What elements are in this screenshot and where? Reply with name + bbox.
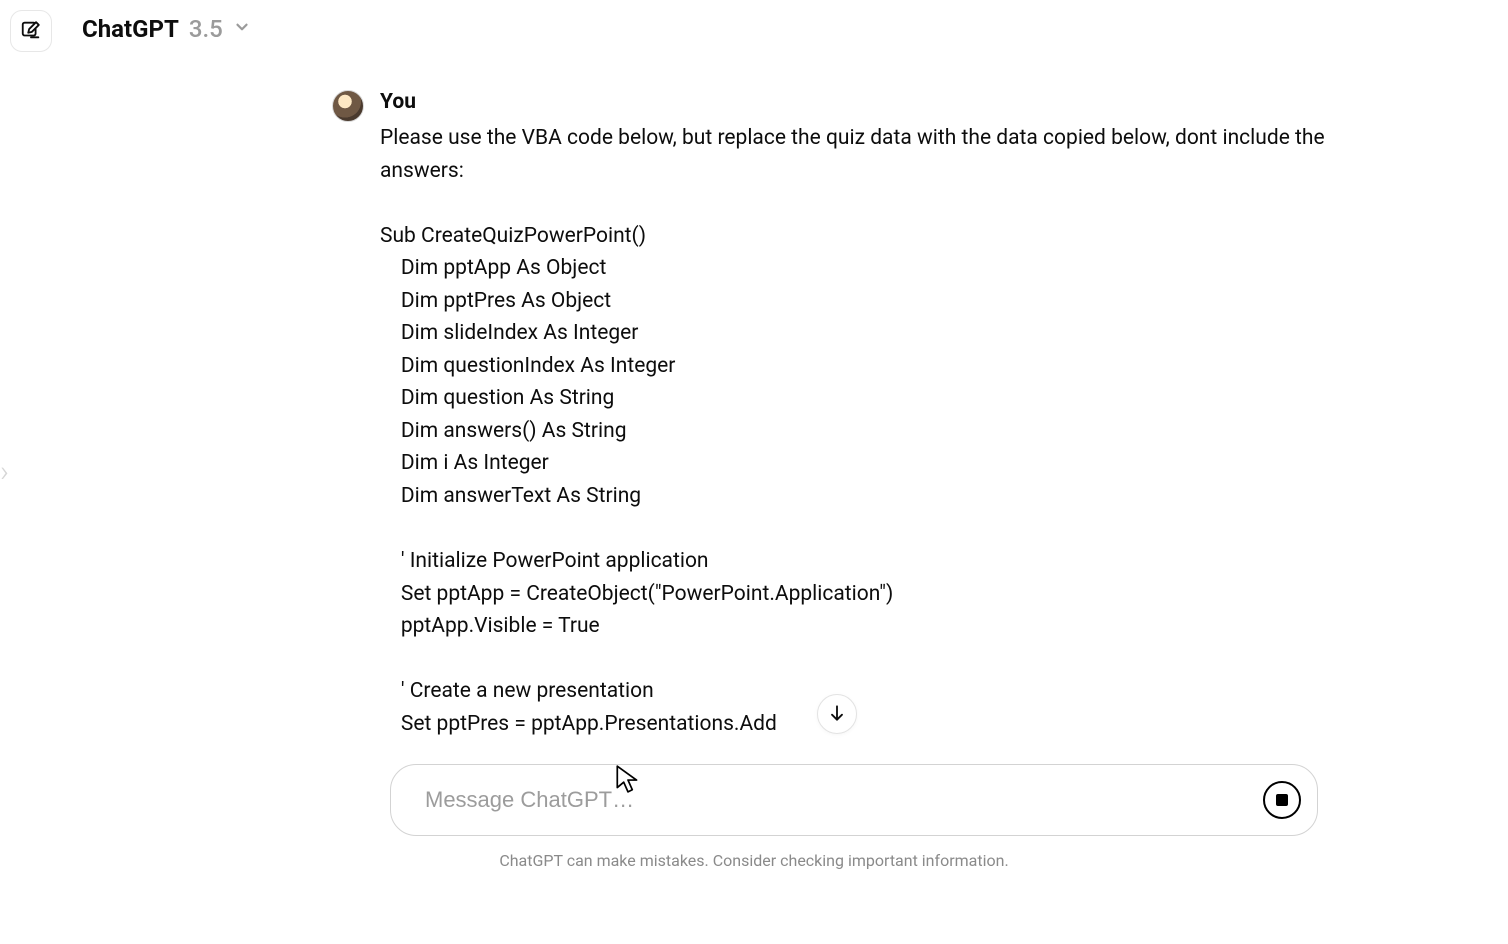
sidebar-expand-handle[interactable]: › [0,455,9,490]
model-version: 3.5 [189,15,223,43]
arrow-down-icon [827,703,847,726]
conversation-area: You Please use the VBA code below, but r… [332,90,1376,748]
message-input[interactable] [425,787,1263,813]
model-name: ChatGPT [82,15,179,43]
message-text: Please use the VBA code below, but repla… [380,122,1376,740]
pencil-square-icon [20,19,42,44]
stop-generating-button[interactable] [1263,781,1301,819]
user-message: You Please use the VBA code below, but r… [332,90,1376,740]
chevron-down-icon [233,18,251,40]
user-avatar [332,90,364,122]
footer-disclaimer: ChatGPT can make mistakes. Consider chec… [0,851,1508,870]
scroll-to-bottom-button[interactable] [817,694,857,734]
message-body: You Please use the VBA code below, but r… [380,90,1376,740]
sender-label: You [380,90,1376,114]
stop-icon [1276,794,1288,806]
composer [390,764,1318,836]
new-chat-button[interactable] [10,10,52,52]
model-selector[interactable]: ChatGPT 3.5 [82,15,251,43]
